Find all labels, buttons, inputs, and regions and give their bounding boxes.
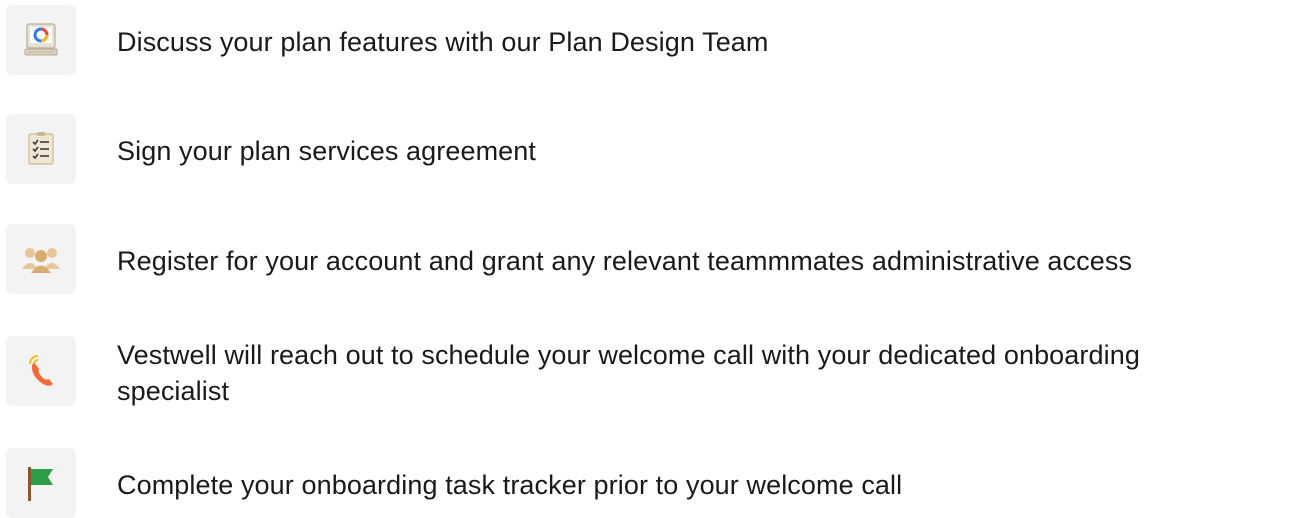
flag-icon bbox=[6, 448, 76, 518]
step-text: Vestwell will reach out to schedule your… bbox=[117, 340, 1140, 406]
step-text: Register for your account and grant any … bbox=[117, 246, 1133, 276]
onboarding-steps-list: Discuss your plan features with our Plan… bbox=[0, 0, 1289, 518]
plan-design-icon bbox=[6, 5, 76, 75]
team-icon bbox=[6, 224, 76, 294]
checklist-icon bbox=[6, 114, 76, 184]
phone-icon bbox=[6, 336, 76, 406]
step-text: Complete your onboarding task tracker pr… bbox=[117, 470, 903, 500]
step-text: Sign your plan services agreement bbox=[117, 136, 537, 166]
step-text: Discuss your plan features with our Plan… bbox=[117, 27, 769, 57]
